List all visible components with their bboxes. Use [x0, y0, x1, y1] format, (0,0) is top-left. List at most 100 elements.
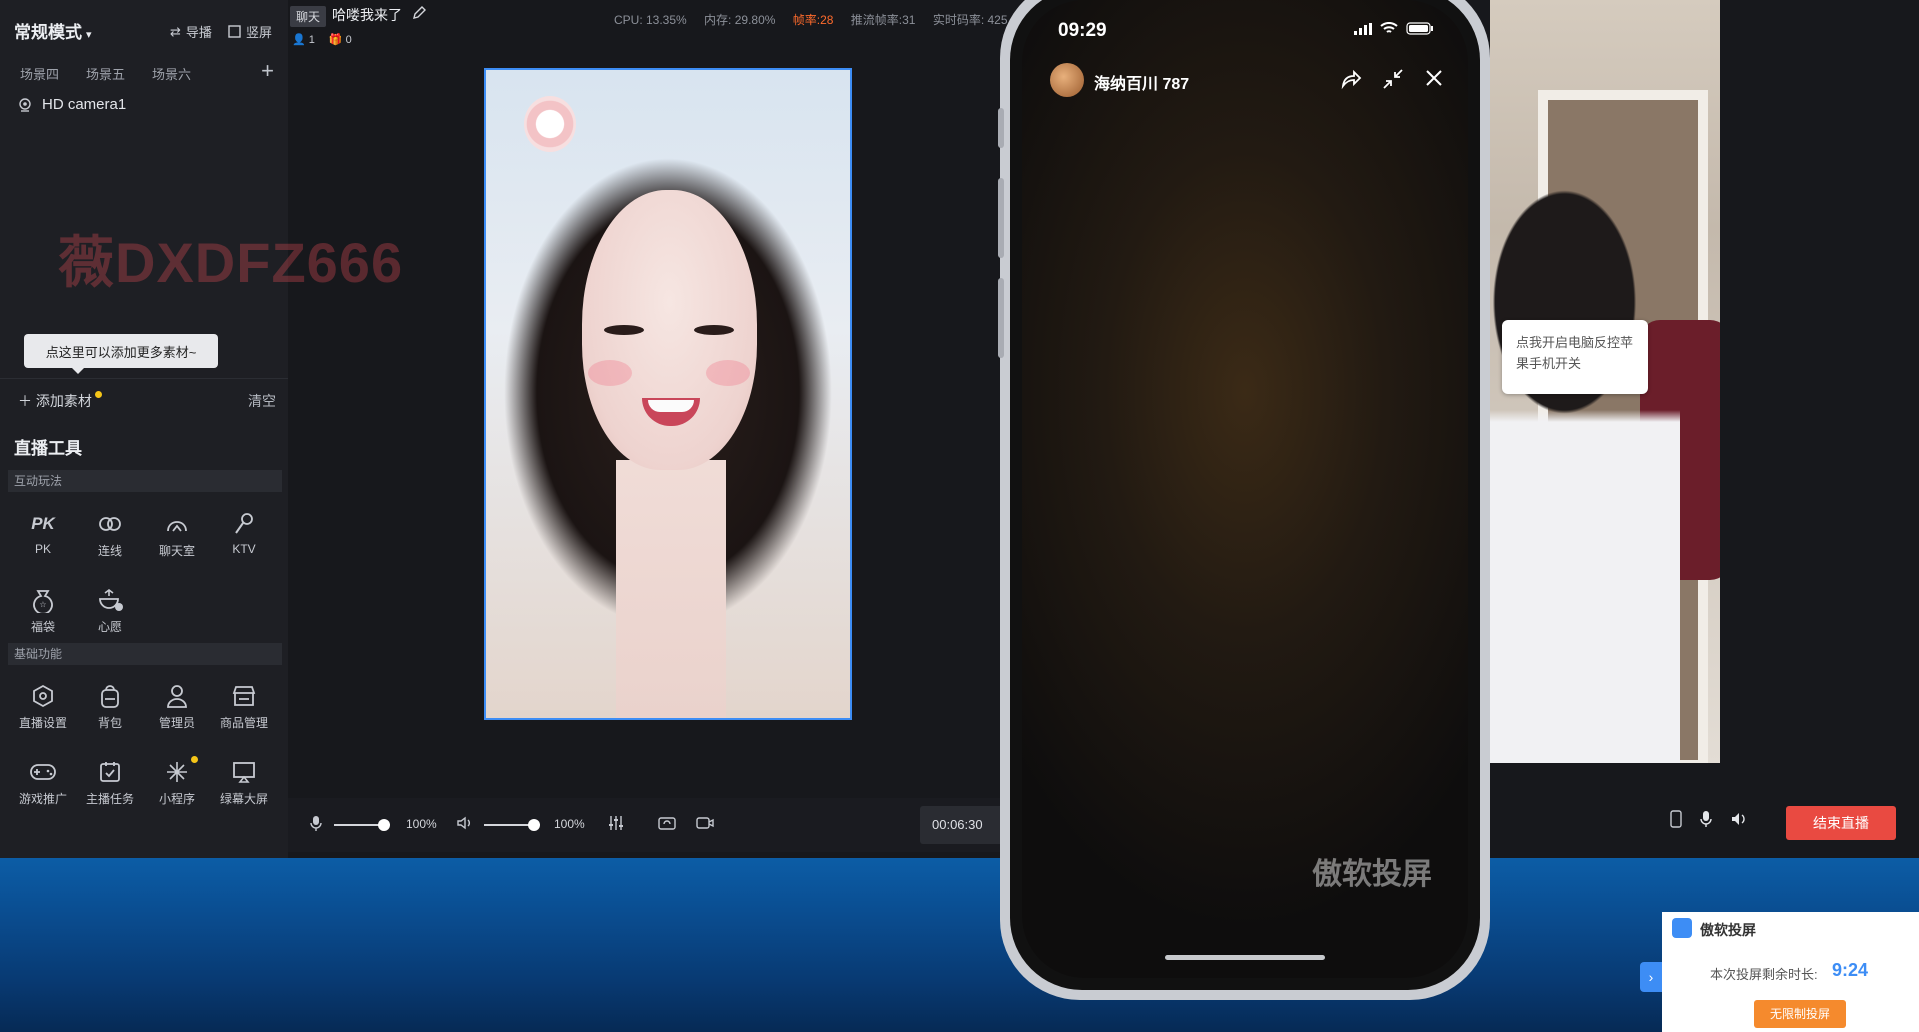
phone-side-button: [998, 108, 1004, 148]
import-label: 导播: [185, 25, 212, 40]
section-basic: 基础功能: [8, 643, 282, 665]
tool-live-settings[interactable]: 直播设置: [10, 682, 76, 731]
source-item[interactable]: HD camera1: [18, 96, 126, 113]
add-source-button[interactable]: ＋ 添加素材: [18, 391, 102, 411]
add-source-label: 添加素材: [35, 393, 92, 409]
app-logo-icon: [1672, 918, 1692, 938]
import-button[interactable]: ⇄ 导播: [170, 22, 212, 41]
speaker-volume-knob[interactable]: [528, 819, 540, 831]
speaker-icon[interactable]: [1730, 810, 1748, 828]
home-indicator[interactable]: [1165, 955, 1325, 960]
speaker-volume-value: 100%: [554, 817, 585, 831]
share-icon[interactable]: [1340, 68, 1362, 90]
wifi-icon: [1380, 22, 1398, 33]
end-live-button[interactable]: 结束直播: [1786, 806, 1896, 840]
task-check-icon: [77, 758, 143, 786]
tool-label: 直播设置: [18, 716, 67, 730]
reverse-control-popup[interactable]: 点我开启电脑反控苹果手机开关: [1502, 320, 1648, 394]
room-title: 哈喽我来了: [332, 7, 402, 23]
control-bar: 100% 100% 00:06:30: [288, 798, 1010, 852]
live-duration: 00:06:30: [920, 806, 1010, 844]
tool-label: 绿幕大屏: [219, 792, 268, 806]
tool-label: 聊天室: [158, 544, 195, 558]
mic-volume-slider[interactable]: [334, 819, 390, 831]
wish-icon: [77, 586, 143, 614]
backpack-icon: [77, 682, 143, 710]
phone-bezel: 09:29 海纳百川 787 傲软投屏: [1010, 0, 1480, 990]
chevron-down-icon: ▾: [86, 29, 92, 41]
system-info: CPU: 13.35% 内存: 29.80% 帧率:28 推流帧率:31 实时码…: [614, 11, 1022, 28]
edit-icon[interactable]: [412, 6, 426, 20]
tool-chatroom[interactable]: 聊天室: [144, 510, 210, 559]
category-tag: 聊天: [290, 6, 327, 27]
memory-usage: 内存: 29.80%: [704, 13, 776, 27]
tool-connect[interactable]: 连线: [77, 510, 143, 559]
portrait-button[interactable]: 竖屏: [228, 22, 272, 41]
tool-backpack[interactable]: 背包: [77, 682, 143, 731]
tool-miniapp[interactable]: 小程序: [144, 756, 210, 807]
tool-game-promo[interactable]: 游戏推广: [10, 758, 76, 807]
notification-dot: [94, 391, 102, 398]
tool-ktv[interactable]: KTV: [211, 510, 277, 556]
tool-pk[interactable]: PK PK: [10, 510, 76, 556]
preview-blush-left: [588, 360, 632, 386]
desktop-background: [0, 858, 1919, 1032]
tool-wish[interactable]: 心愿: [77, 586, 143, 635]
tool-admin[interactable]: 管理员: [144, 682, 210, 731]
monitor-icon: [211, 758, 277, 786]
frame-rate: 帧率:28: [792, 13, 834, 27]
mic-volume-knob[interactable]: [378, 819, 390, 831]
phone-side-button: [998, 278, 1004, 358]
push-frame-rate: 推流帧率:31: [850, 13, 916, 27]
chat-icon: [144, 510, 210, 538]
settings-hexagon-icon: [10, 682, 76, 710]
preview-neck: [616, 460, 726, 718]
link-icon: [77, 510, 143, 538]
microphone-icon[interactable]: [1700, 810, 1712, 828]
phone-icon[interactable]: [1670, 810, 1682, 828]
gift-count-value: 0: [345, 34, 352, 46]
tool-label: 背包: [97, 716, 122, 730]
minimize-icon[interactable]: [1382, 68, 1404, 90]
flip-camera-icon[interactable]: [658, 815, 676, 831]
tool-label: 连线: [97, 544, 122, 558]
host-avatar[interactable]: [1050, 63, 1084, 97]
tool-label: 主播任务: [85, 792, 134, 806]
preview-eye-left: [604, 325, 644, 335]
scene-tab-5[interactable]: 场景五: [86, 64, 125, 83]
mic-volume-value: 100%: [406, 817, 437, 831]
clear-button[interactable]: 清空: [248, 391, 276, 411]
tool-host-tasks[interactable]: 主播任务: [77, 758, 143, 807]
tool-luckybag[interactable]: ☆ 福袋: [10, 586, 76, 635]
mixer-icon[interactable]: [608, 815, 624, 831]
phone-status-icons: [1354, 22, 1434, 35]
scene-tab-4[interactable]: 场景四: [20, 64, 59, 83]
clock-decoration: [524, 96, 576, 152]
tool-products[interactable]: 商品管理: [211, 682, 277, 731]
left-panel-header: 常规模式 ▾ ⇄ 导播 竖屏: [0, 0, 288, 60]
remaining-time-label: 本次投屏剩余时长:: [1710, 967, 1818, 982]
speaker-icon[interactable]: [456, 815, 472, 831]
tool-greenscreen[interactable]: 绿幕大屏: [211, 758, 277, 807]
phone-side-button: [998, 178, 1004, 258]
overlay-watermark: 薇DXDFZ666: [58, 231, 404, 294]
microphone-icon[interactable]: [310, 815, 322, 831]
camera-preview[interactable]: [484, 68, 852, 720]
record-icon[interactable]: [696, 815, 714, 831]
unlimited-mirroring-button[interactable]: 无限制投屏: [1754, 1000, 1846, 1028]
close-icon[interactable]: [1424, 68, 1444, 88]
scene-tab-6[interactable]: 场景六: [152, 64, 191, 83]
top-status-bar: 聊天 哈喽我来了 👤 1 🎁 0 CPU: 13.35% 内存: 29.80% …: [288, 0, 1008, 50]
gamepad-icon: [10, 758, 76, 786]
svg-text:☆: ☆: [39, 600, 46, 609]
source-label: HD camera1: [42, 96, 127, 113]
add-scene-icon[interactable]: +: [261, 58, 274, 84]
mode-dropdown[interactable]: 常规模式 ▾: [14, 18, 92, 43]
speaker-volume-slider[interactable]: [484, 819, 540, 831]
add-source-tooltip: 点这里可以添加更多素材~: [24, 334, 218, 374]
phone-mirror-frame: 09:29 海纳百川 787 傲软投屏: [998, 0, 1490, 1000]
phone-screen[interactable]: 09:29 海纳百川 787 傲软投屏: [1022, 0, 1468, 978]
battery-icon: [1406, 22, 1433, 35]
expand-panel-button[interactable]: ›: [1640, 962, 1662, 992]
cpu-usage: CPU: 13.35%: [614, 13, 687, 27]
